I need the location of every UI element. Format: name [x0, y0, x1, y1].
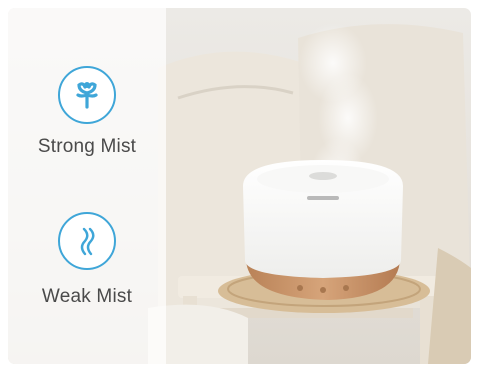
product-image-frame: Strong Mist Weak Mist [8, 8, 471, 364]
feature-weak-mist: Weak Mist [8, 212, 166, 308]
mist-outlet [309, 172, 337, 180]
feature-label-weak: Weak Mist [41, 286, 133, 307]
feature-panel: Strong Mist Weak Mist [8, 8, 166, 364]
feature-label-strong: Strong Mist [37, 136, 137, 157]
brand-mark [307, 196, 339, 200]
mist-plume [299, 23, 367, 103]
feature-strong-mist: Strong Mist [8, 66, 166, 158]
weak-mist-icon [58, 212, 116, 270]
strong-mist-icon [58, 66, 116, 124]
